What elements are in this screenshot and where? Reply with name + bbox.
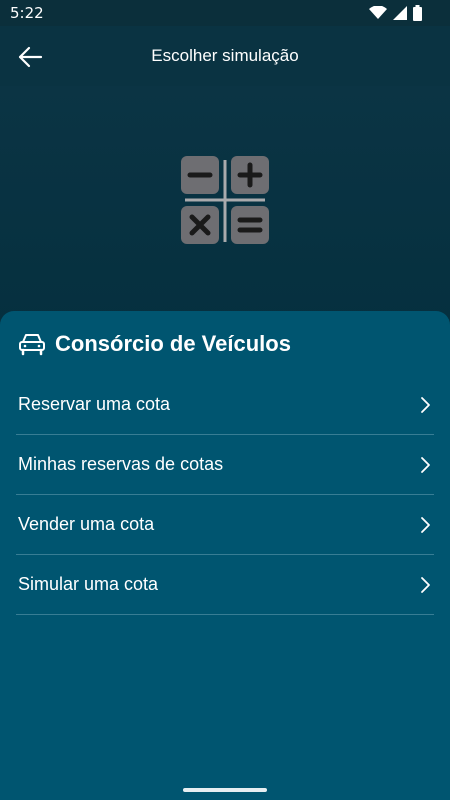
chevron-right-icon xyxy=(421,576,430,593)
wifi-icon xyxy=(369,6,387,19)
sell-quota-item[interactable]: Vender uma cota xyxy=(16,495,434,555)
home-indicator[interactable] xyxy=(183,788,267,792)
options-sheet: Consórcio de Veículos Reservar uma cota … xyxy=(0,311,450,800)
hero-banner xyxy=(0,86,450,326)
status-icons xyxy=(369,5,422,21)
section-header: Consórcio de Veículos xyxy=(18,331,291,357)
calculator-icon xyxy=(181,156,269,244)
menu-item-label: Vender uma cota xyxy=(18,514,155,534)
page-title: Escolher simulação xyxy=(151,46,299,65)
car-icon xyxy=(19,334,45,356)
chevron-right-icon xyxy=(421,456,430,473)
options-list: Reservar uma cota Minhas reservas de cot… xyxy=(16,375,434,615)
simulate-quota-item[interactable]: Simular uma cota xyxy=(16,555,434,615)
app-header: Escolher simulação xyxy=(0,26,450,86)
menu-item-label: Simular uma cota xyxy=(18,574,159,594)
menu-item-label: Minhas reservas de cotas xyxy=(18,454,224,474)
section-title: Consórcio de Veículos xyxy=(55,331,291,356)
chevron-right-icon xyxy=(421,516,430,533)
my-reservations-item[interactable]: Minhas reservas de cotas xyxy=(16,435,434,495)
menu-item-label: Reservar uma cota xyxy=(18,394,171,414)
reserve-quota-item[interactable]: Reservar uma cota xyxy=(16,375,434,435)
battery-icon xyxy=(413,5,422,21)
status-bar: 5:22 xyxy=(0,0,450,26)
signal-icon xyxy=(393,6,407,20)
status-time: 5:22 xyxy=(10,4,44,22)
chevron-right-icon xyxy=(421,396,430,413)
